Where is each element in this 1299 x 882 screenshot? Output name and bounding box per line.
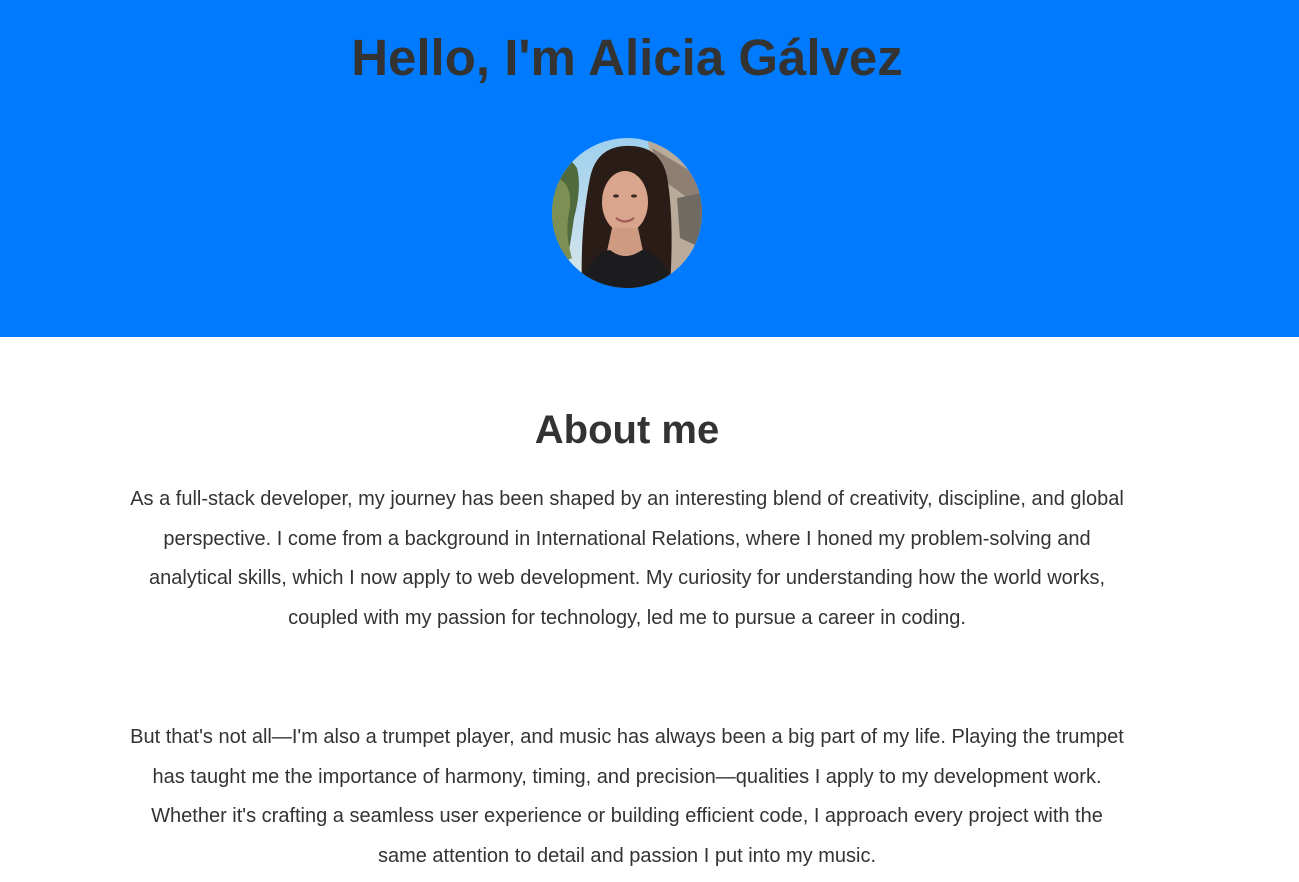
- about-heading: About me: [534, 408, 720, 452]
- hero-header: Hello, I'm Alicia Gálvez: [0, 0, 1299, 337]
- about-paragraph: But that's not all—I'm also a trumpet pl…: [130, 726, 1124, 867]
- about-paragraph: As a full-stack developer, my journey ha…: [130, 488, 1124, 629]
- page-title: Hello, I'm Alicia Gálvez: [351, 29, 903, 86]
- profile-photo: [552, 138, 702, 288]
- profile-photo-illustration: [552, 138, 702, 288]
